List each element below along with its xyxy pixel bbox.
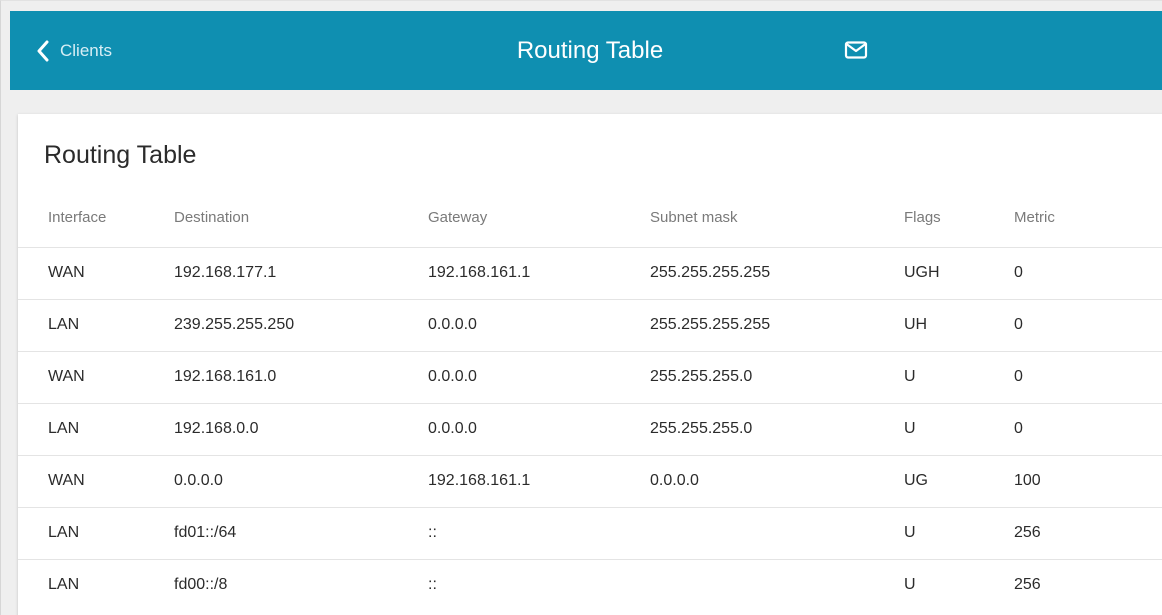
cell-metric: 0 [1014,246,1162,299]
cell-gateway: 0.0.0.0 [428,402,650,455]
cell-metric: 0 [1014,350,1162,403]
cell-metric: 256 [1014,558,1162,611]
back-label: Clients [60,40,112,60]
cell-interface: LAN [18,506,174,559]
cell-metric: 256 [1014,506,1162,559]
cell-subnet-mask [650,558,904,611]
cell-gateway: 0.0.0.0 [428,350,650,403]
table-row[interactable]: LAN 192.168.0.0 0.0.0.0 255.255.255.0 U … [18,402,1162,455]
cell-gateway: :: [428,558,650,611]
column-header-flags: Flags [904,209,941,227]
cell-interface: WAN [18,246,174,299]
table-header-row: Interface Destination Gateway Subnet mas… [18,189,1162,247]
back-button[interactable]: Clients [36,11,112,90]
cell-destination: 239.255.255.250 [174,298,428,351]
column-header-destination: Destination [174,209,250,227]
cell-metric: 100 [1014,454,1162,507]
cell-subnet-mask: 255.255.255.0 [650,402,904,455]
cell-flags: UGH [904,246,1014,299]
cell-destination: fd01::/64 [174,506,428,559]
cell-interface: WAN [18,454,174,507]
card-title: Routing Table [44,141,197,169]
routing-table: Interface Destination Gateway Subnet mas… [18,189,1162,611]
cell-flags: U [904,558,1014,611]
cell-gateway: 0.0.0.0 [428,298,650,351]
cell-interface: WAN [18,350,174,403]
routing-table-card: Routing Table Interface Destination Gate… [18,114,1162,615]
cell-flags: U [904,350,1014,403]
cell-flags: U [904,402,1014,455]
cell-metric: 0 [1014,402,1162,455]
cell-subnet-mask: 255.255.255.0 [650,350,904,403]
column-header-gateway: Gateway [428,209,488,227]
table-row[interactable]: WAN 0.0.0.0 192.168.161.1 0.0.0.0 UG 100 [18,454,1162,507]
column-header-subnet-mask: Subnet mask [650,209,738,227]
cell-metric: 0 [1014,298,1162,351]
cell-flags: U [904,506,1014,559]
table-row[interactable]: LAN 239.255.255.250 0.0.0.0 255.255.255.… [18,298,1162,351]
cell-subnet-mask: 255.255.255.255 [650,246,904,299]
cell-flags: UH [904,298,1014,351]
cell-gateway: :: [428,506,650,559]
cell-gateway: 192.168.161.1 [428,454,650,507]
cell-subnet-mask: 0.0.0.0 [650,454,904,507]
page-title: Routing Table [516,36,664,64]
top-bar: Clients Routing Table [10,11,1162,90]
cell-interface: LAN [18,402,174,455]
cell-destination: 0.0.0.0 [174,454,428,507]
chevron-left-icon [36,40,50,62]
table-row[interactable]: WAN 192.168.177.1 192.168.161.1 255.255.… [18,246,1162,299]
cell-subnet-mask [650,506,904,559]
cell-interface: LAN [18,298,174,351]
cell-destination: fd00::/8 [174,558,428,611]
cell-interface: LAN [18,558,174,611]
column-header-metric: Metric [1014,209,1055,227]
table-row[interactable]: WAN 192.168.161.0 0.0.0.0 255.255.255.0 … [18,350,1162,403]
cell-destination: 192.168.161.0 [174,350,428,403]
table-row[interactable]: LAN fd01::/64 :: U 256 [18,506,1162,559]
cell-flags: UG [904,454,1014,507]
cell-gateway: 192.168.161.1 [428,246,650,299]
cell-subnet-mask: 255.255.255.255 [650,298,904,351]
column-header-interface: Interface [48,209,107,227]
mail-icon[interactable] [844,38,868,62]
page-frame: Clients Routing Table Routing Table Inte… [0,0,1162,615]
table-row[interactable]: LAN fd00::/8 :: U 256 [18,558,1162,611]
cell-destination: 192.168.0.0 [174,402,428,455]
cell-destination: 192.168.177.1 [174,246,428,299]
